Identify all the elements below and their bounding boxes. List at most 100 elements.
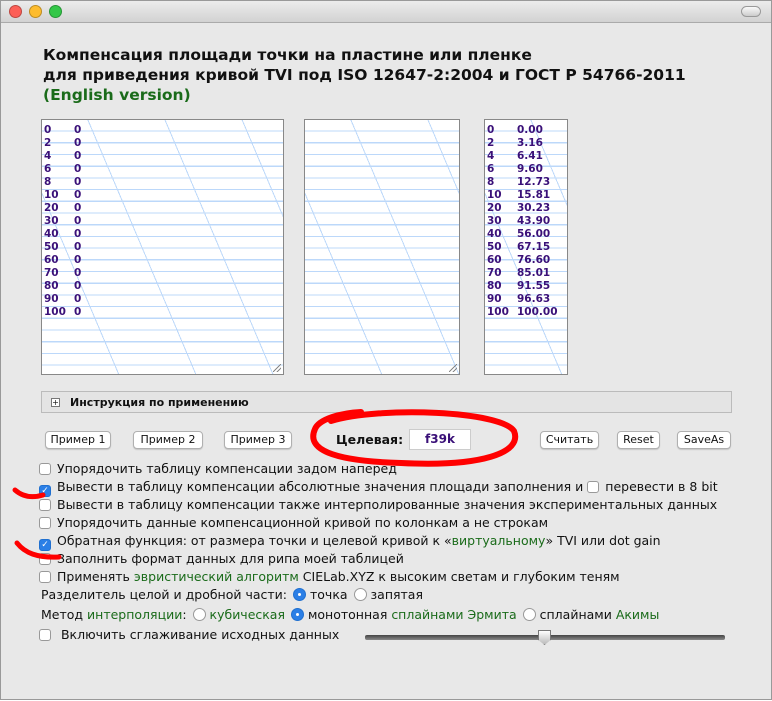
dot-percent: 8 <box>487 176 495 188</box>
slider-thumb[interactable] <box>538 630 551 645</box>
reset-button[interactable]: Reset <box>617 431 660 449</box>
checkbox[interactable] <box>39 553 51 565</box>
dot-percent: 90 <box>487 293 502 305</box>
value: 96.63 <box>517 293 551 305</box>
option-interpolated-values[interactable]: Вывести в таблицу компенсации также инте… <box>39 497 717 512</box>
table-row: 30 0 <box>44 215 283 228</box>
dot-percent: 0 <box>487 124 495 136</box>
radio-label: сплайнами <box>539 607 616 622</box>
heuristic-link[interactable]: эвристический алгоритм <box>134 569 299 584</box>
target-curve-input[interactable]: f39k <box>409 429 471 450</box>
hermite-link[interactable]: сплайнами Эрмита <box>391 607 516 622</box>
table-row: 90 96.63 <box>487 293 567 306</box>
checkbox-checked[interactable]: ✓ <box>39 539 51 551</box>
instructions-disclosure[interactable]: + Инструкция по применению <box>41 391 732 413</box>
option-label: Упорядочить таблицу компенсации задом на… <box>57 461 397 476</box>
checkbox[interactable] <box>39 499 51 511</box>
checkbox[interactable] <box>39 571 51 583</box>
dot-percent: 60 <box>44 254 59 266</box>
value: 6.41 <box>517 150 543 162</box>
compensation-output-textarea[interactable]: 0 0.00 2 3.16 4 6.41 6 9.60 8 12.73 10 15.81 20 30.23… <box>484 119 568 375</box>
resize-grip-icon[interactable] <box>449 364 457 372</box>
radio-label: запятая <box>370 587 423 602</box>
calculate-button[interactable]: Считать <box>540 431 599 449</box>
option-rip-format[interactable]: Заполнить формат данных для рипа моей та… <box>39 551 404 566</box>
minimize-window-button[interactable] <box>29 5 42 18</box>
table-row: 50 67.15 <box>487 241 567 254</box>
dot-percent: 4 <box>487 150 495 162</box>
smoothing-slider[interactable] <box>365 630 725 645</box>
radio-monotone[interactable] <box>290 608 304 621</box>
option-smoothing[interactable]: Включить сглаживание исходных данных <box>39 627 339 642</box>
experimental-data-textarea[interactable] <box>304 119 460 375</box>
akima-link[interactable]: Акимы <box>616 607 660 622</box>
checkbox[interactable] <box>39 517 51 529</box>
option-label: Вывести в таблицу компенсации абсолютные… <box>57 479 584 494</box>
dot-percent: 70 <box>44 267 59 279</box>
table-row: 60 76.60 <box>487 254 567 267</box>
dot-percent: 70 <box>487 267 502 279</box>
radio-cubic[interactable] <box>192 608 206 621</box>
virtual-link[interactable]: виртуальному <box>452 533 546 548</box>
dot-percent: 30 <box>487 215 502 227</box>
example-2-button[interactable]: Пример 2 <box>133 431 203 449</box>
radio-akima[interactable] <box>522 608 536 621</box>
dot-percent: 80 <box>44 280 59 292</box>
toolbar-toggle-button[interactable] <box>741 6 761 17</box>
option-inverse-function[interactable]: ✓ Обратная функция: от размера точки и це… <box>39 533 661 551</box>
value: 12.73 <box>517 176 551 188</box>
value: 0 <box>74 137 82 149</box>
dot-percent: 50 <box>44 241 59 253</box>
checkbox-checked[interactable]: ✓ <box>39 485 51 497</box>
table-row: 10 15.81 <box>487 189 567 202</box>
table-row: 6 9.60 <box>487 163 567 176</box>
zoom-window-button[interactable] <box>49 5 62 18</box>
table-row: 100 0 <box>44 306 283 319</box>
table-row: 80 0 <box>44 280 283 293</box>
dot-percent: 2 <box>44 137 52 149</box>
table-row: 40 56.00 <box>487 228 567 241</box>
example-3-button[interactable]: Пример 3 <box>224 431 292 449</box>
table-row: 40 0 <box>44 228 283 241</box>
value: 91.55 <box>517 280 551 292</box>
option-label: перевести в 8 bit <box>605 479 718 494</box>
checkbox[interactable] <box>39 463 51 475</box>
title-line-2: для приведения кривой TVI под ISO 12647-… <box>43 66 686 84</box>
close-window-button[interactable] <box>9 5 22 18</box>
option-reverse-order[interactable]: Упорядочить таблицу компенсации задом на… <box>39 461 397 476</box>
radio-label: точка <box>310 587 348 602</box>
dot-percent: 20 <box>44 202 59 214</box>
resize-grip-icon[interactable] <box>273 364 281 372</box>
option-heuristic[interactable]: Применять эвристический алгоритм CIELab.… <box>39 569 620 584</box>
option-label: » TVI или dot gain <box>545 533 661 548</box>
value: 85.01 <box>517 267 551 279</box>
table-row: 10 0 <box>44 189 283 202</box>
value: 3.16 <box>517 137 543 149</box>
value: 0 <box>74 254 82 266</box>
expand-icon[interactable]: + <box>51 398 60 407</box>
table-row: 20 <box>44 137 283 150</box>
english-version-link[interactable]: (English version) <box>43 85 686 105</box>
save-as-button[interactable]: SaveAs <box>677 431 731 449</box>
dot-percent: 6 <box>44 163 52 175</box>
table-row: 60 <box>44 163 283 176</box>
dot-percent: 0 <box>44 124 52 136</box>
dot-percent: 80 <box>487 280 502 292</box>
dot-percent: 10 <box>44 189 59 201</box>
app-window: Компенсация площади точки на пластине ил… <box>0 0 772 700</box>
checkbox-8bit[interactable] <box>587 481 600 493</box>
separator-label: Разделитель целой и дробной части: <box>41 587 288 602</box>
option-columns-order[interactable]: Упорядочить данные компенсационной криво… <box>39 515 548 530</box>
value: 0 <box>74 241 82 253</box>
example-1-button[interactable]: Пример 1 <box>45 431 111 449</box>
interpolation-link[interactable]: интерполяции <box>87 607 182 622</box>
option-absolute-values[interactable]: ✓ Вывести в таблицу компенсации абсолютны… <box>39 479 718 497</box>
value: 30.23 <box>517 202 551 214</box>
dot-percent: 50 <box>487 241 502 253</box>
option-label: Вывести в таблицу компенсации также инте… <box>57 497 718 512</box>
checkbox[interactable] <box>39 629 51 641</box>
dot-percent: 40 <box>44 228 59 240</box>
radio-comma[interactable] <box>353 588 367 601</box>
input-data-textarea[interactable]: 0 0 2 0 4 0 6 0 8 0 10 0 20 0 30 0 40 0 50 0 60 0 70 0 80 0 90 0 100… <box>41 119 284 375</box>
radio-dot[interactable] <box>293 588 306 601</box>
